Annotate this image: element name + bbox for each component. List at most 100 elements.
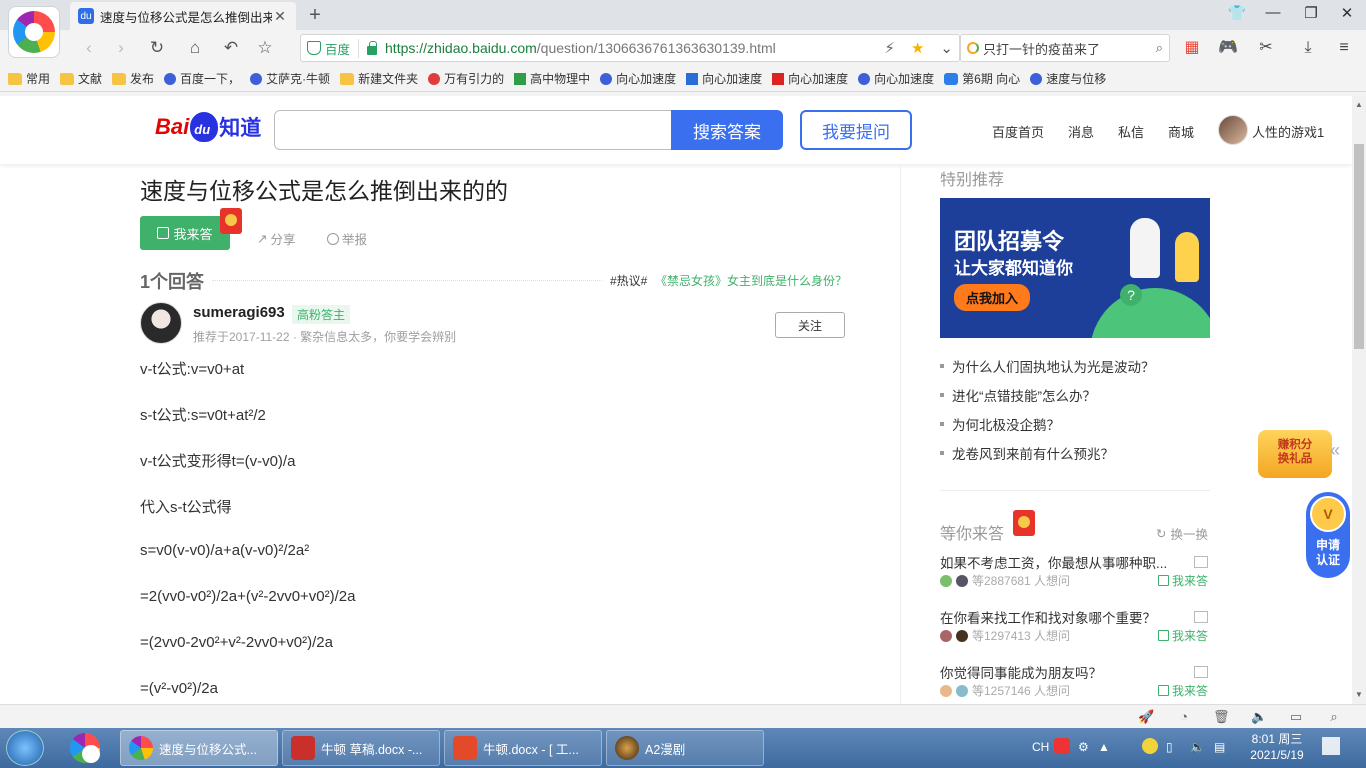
window-icon[interactable]: ▭ [1288,709,1304,725]
share-link[interactable]: ↗ 分享 [257,229,296,248]
sogou-ime-icon[interactable] [1054,738,1070,754]
answerer-avatar[interactable] [140,302,182,344]
bookmark-item[interactable]: 第6期 向心 [944,70,1020,87]
earn-points-float-button[interactable]: 赚积分 换礼品 [1258,430,1332,478]
report-link[interactable]: 举报 [327,229,367,248]
bookmark-item[interactable]: 新建文件夹 [340,70,418,87]
bookmark-item[interactable]: 发布 [112,70,154,87]
recommend-link[interactable]: 为何北极没企鹅？ [940,414,1060,434]
follow-button[interactable]: 关注 [775,312,845,338]
bookmark-item[interactable]: 文献 [60,70,102,87]
scroll-down-icon[interactable]: ▼ [1355,690,1363,699]
start-button[interactable] [6,730,44,766]
bookmark-item[interactable]: 向心加速度 [600,70,676,87]
certificate-badge[interactable]: 百度 [307,38,360,58]
waiting-question[interactable]: 如果不考虑工资，你最想从事哪种职... 等2887681 人想问 我来答 [940,552,1210,588]
recruit-banner[interactable]: ? 团队招募令 让大家都知道你 点我加入 [940,198,1210,338]
chevron-down-icon[interactable]: ⌄ [940,39,953,57]
close-window-button[interactable]: ✕ [1332,4,1362,22]
answerer-name[interactable]: sumeragi693 [193,304,285,321]
nav-private-messages[interactable]: 私信 [1118,122,1144,141]
waiting-question[interactable]: 在你看来找工作和找对象哪个重要？ 等1297413 人想问 我来答 [940,607,1210,643]
forward-icon[interactable]: › [110,37,132,59]
zhidao-search-input[interactable] [274,110,672,150]
ime-indicator[interactable]: CH [1032,740,1049,754]
waiting-question-text[interactable]: 在你看来找工作和找对象哪个重要？ [940,607,1180,627]
waiting-question-text[interactable]: 如果不考虑工资，你最想从事哪种职... [940,552,1180,572]
sound-icon[interactable]: 🔈 [1251,709,1267,725]
undo-icon[interactable]: ↶ [220,37,242,59]
download-icon[interactable]: ⤓ [1296,37,1320,59]
new-tab-button[interactable]: + [304,4,326,27]
search-answer-button[interactable]: 搜索答案 [671,110,783,150]
scrollbar-thumb[interactable] [1354,144,1364,349]
answer-link[interactable]: 我来答 [1158,682,1208,699]
answer-button[interactable]: 我来答 [140,216,230,250]
baidu-zhidao-logo[interactable]: Bai 知道 [155,112,261,142]
tab-active[interactable]: du 速度与位移公式是怎么推倒出来 ✕ [70,2,296,30]
user-avatar[interactable] [1218,115,1248,145]
minimize-button[interactable]: — [1258,4,1288,21]
search-icon[interactable]: ⌕ [1156,40,1163,56]
game-controller-icon[interactable]: 🎮 [1216,37,1240,59]
home-icon[interactable]: ⌂ [184,37,206,59]
bookmark-item[interactable]: 向心加速度 [858,70,934,87]
username[interactable]: 人性的游戏1 [1252,122,1324,141]
bookmark-item[interactable]: 艾萨克·牛顿 [250,70,330,87]
notification-icon[interactable] [1322,737,1340,755]
show-hidden-icons[interactable]: ▲ [1098,740,1110,754]
scissors-icon[interactable]: ✂ [1254,37,1278,59]
reload-icon[interactable]: ↻ [146,37,168,59]
network-icon[interactable]: ▤ [1214,740,1225,754]
taskbar-item-wps-doc[interactable]: 牛顿.docx - [ 工... [444,730,602,766]
waiting-question-text[interactable]: 你觉得同事能成为朋友吗？ [940,662,1180,682]
address-bar[interactable]: 百度 https://zhidao.baidu.com /question/13… [300,34,960,62]
scroll-up-icon[interactable]: ▲ [1355,100,1363,109]
browser-logo-icon[interactable] [8,6,60,58]
taskbar-item-a2[interactable]: A2漫剧 [606,730,764,766]
bookmark-star-icon[interactable]: ☆ [254,37,276,59]
bookmark-item[interactable]: 万有引力的 [428,70,504,87]
back-icon[interactable]: ‹ [78,37,100,59]
bookmark-item[interactable]: 常用 [8,70,50,87]
answer-link[interactable]: 我来答 [1158,572,1208,589]
ask-question-button[interactable]: 我要提问 [800,110,912,150]
menu-icon[interactable]: ≡ [1332,37,1356,59]
tray-app-icon[interactable] [1142,738,1158,754]
recommend-link[interactable]: 为什么人们固执地认为光是波动？ [940,356,1155,376]
waiting-question[interactable]: 你觉得同事能成为朋友吗？ 等1257146 人想问 我来答 [940,662,1210,698]
recommend-link[interactable]: 进化“点错技能”怎么办？ [940,385,1096,405]
tray-settings-icon[interactable]: ⚙ [1078,740,1089,754]
volume-icon[interactable]: 🔈 [1190,740,1205,754]
rocket-icon[interactable]: 🚀 [1138,709,1154,725]
taskbar-item-browser[interactable]: 速度与位移公式... [120,730,278,766]
bookmark-item[interactable]: 向心加速度 [686,70,762,87]
trash-icon[interactable]: 🗑 [1213,709,1230,725]
refresh-button[interactable]: ↻ 换一换 [1156,524,1208,543]
banner-join-button[interactable]: 点我加入 [954,284,1031,311]
shirt-skin-icon[interactable]: 👕 [1222,4,1252,22]
page-scrollbar[interactable]: ▲ ▼ [1352,96,1366,704]
search-box[interactable]: 只打一针的疫苗来了 ⌕ [960,34,1170,62]
restore-button[interactable]: ❐ [1296,4,1326,22]
zoom-icon[interactable]: ⌕ [1326,709,1342,725]
bookmark-item[interactable]: 百度一下， [164,70,240,87]
bookmark-item[interactable]: 速度与位移 [1030,70,1106,87]
close-tab-icon[interactable]: ✕ [272,8,288,25]
speed-icon[interactable]: ◔ [1176,709,1192,725]
taskbar-item-wps-draft[interactable]: 牛顿 草稿.docx -... [282,730,440,766]
action-center-icon[interactable]: ▯ [1166,740,1173,754]
browser-pinned-icon[interactable] [62,730,108,766]
apps-grid-icon[interactable]: ▦ [1180,37,1204,59]
bookmark-item[interactable]: 高中物理中 [514,70,590,87]
favorite-star-icon[interactable]: ★ [911,39,924,57]
bookmark-item[interactable]: 向心加速度 [772,70,848,87]
hot-topic-link[interactable]: 《禁忌女孩》女主到底是什么身份？ [655,272,847,289]
nav-baidu-home[interactable]: 百度首页 [992,122,1044,141]
collapse-arrows-icon[interactable]: « [1330,440,1340,461]
recommend-link[interactable]: 龙卷风到来前有什么预兆？ [940,443,1114,463]
system-clock[interactable]: 8:01 周三 2021/5/19 [1240,731,1314,763]
answer-link[interactable]: 我来答 [1158,627,1208,644]
lightning-icon[interactable]: ⚡ [884,39,895,57]
nav-mall[interactable]: 商城 [1168,122,1194,141]
